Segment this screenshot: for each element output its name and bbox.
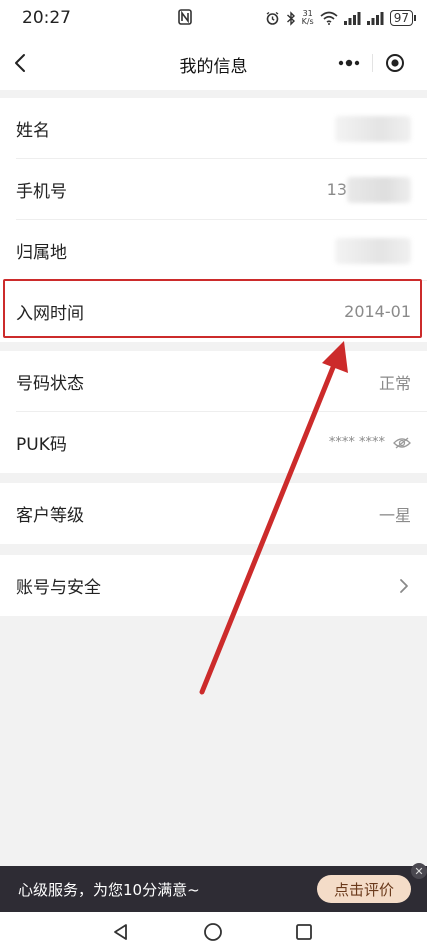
bluetooth-icon <box>286 10 295 26</box>
row-region: 归属地 <box>0 220 427 281</box>
puk-masked: **** **** <box>328 435 385 450</box>
row-label: 手机号 <box>16 182 67 202</box>
row-label: 客户等级 <box>16 506 84 526</box>
wifi-icon <box>320 11 338 25</box>
speed-unit: K/s <box>301 17 314 26</box>
row-value: 一星 <box>378 505 411 525</box>
row-puk: PUK码 **** **** <box>0 412 427 473</box>
status-icons: 31 K/s 97 <box>265 10 417 26</box>
row-label: 姓名 <box>16 121 50 141</box>
row-label: 入网时间 <box>16 304 84 324</box>
network-speed: 31 K/s <box>302 10 314 26</box>
battery-icon: 97 <box>389 10 417 26</box>
row-name: 姓名 <box>0 98 427 159</box>
row-label: 账号与安全 <box>16 578 101 598</box>
blurred-value <box>335 115 411 142</box>
more-button[interactable] <box>326 46 372 80</box>
close-icon[interactable]: ✕ <box>411 863 427 879</box>
nfc-icon <box>178 9 192 25</box>
phone-prefix: 13 <box>326 180 347 199</box>
puk-value: **** **** <box>329 435 411 450</box>
row-phone: 手机号 13 <box>0 159 427 220</box>
status-bar: 20:27 31 K/s 97 <box>0 0 427 36</box>
home-circle-icon[interactable] <box>203 922 223 942</box>
info-group-level: 客户等级 一星 <box>0 483 427 544</box>
recents-square-icon[interactable] <box>294 922 314 942</box>
row-label: 归属地 <box>16 243 67 263</box>
chevron-right-icon <box>400 578 408 593</box>
row-customer-level: 客户等级 一星 <box>0 483 427 544</box>
mini-program-capsule <box>326 46 418 80</box>
row-number-status: 号码状态 正常 <box>0 351 427 412</box>
rate-button[interactable]: 点击评价 <box>317 875 411 903</box>
row-join-date: 入网时间 2014-01 <box>0 281 427 342</box>
row-account-security[interactable]: 账号与安全 <box>0 555 427 616</box>
signal-icon <box>343 11 361 25</box>
status-time: 20:27 <box>22 8 71 28</box>
blurred-value <box>335 237 411 264</box>
promo-banner: 心级服务，为您10分满意~ 点击评价 <box>0 866 427 912</box>
eye-off-icon[interactable] <box>393 436 411 450</box>
nav-bar: 我的信息 <box>0 36 427 90</box>
row-value: 正常 <box>378 373 411 393</box>
blurred-value <box>347 176 411 203</box>
target-close-icon <box>386 54 405 72</box>
row-label: 号码状态 <box>16 374 84 394</box>
row-value: 2014-01 <box>344 302 411 321</box>
signal-icon <box>366 11 384 25</box>
back-triangle-icon[interactable] <box>111 922 131 942</box>
row-label: PUK码 <box>16 435 67 455</box>
close-button[interactable] <box>372 46 418 80</box>
info-group-account: 账号与安全 <box>0 555 427 616</box>
alarm-icon <box>266 11 279 25</box>
more-dots-icon <box>338 59 359 67</box>
info-group-basic: 姓名 手机号 13 归属地 入网时间 2014-01 <box>0 98 427 342</box>
promo-text: 心级服务，为您10分满意~ <box>18 880 200 899</box>
info-group-status: 号码状态 正常 PUK码 **** **** <box>0 351 427 473</box>
phone-value: 13 <box>326 176 411 203</box>
system-nav-bar <box>0 912 427 951</box>
